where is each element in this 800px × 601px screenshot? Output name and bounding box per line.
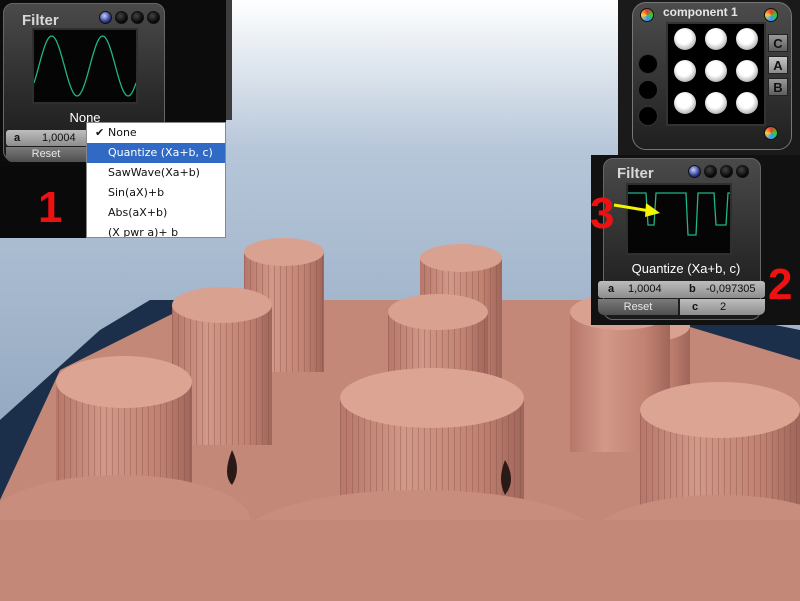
param-a-value: 1,0004 — [42, 132, 76, 144]
connector-socket[interactable] — [638, 80, 658, 100]
grid-pad[interactable] — [674, 92, 696, 114]
grid-pad[interactable] — [736, 60, 758, 82]
indicator-dot-icon[interactable] — [720, 165, 733, 178]
grid-pad[interactable] — [705, 28, 727, 50]
color-wheel-icon[interactable] — [764, 8, 778, 22]
indicator-dot-icon[interactable] — [688, 165, 701, 178]
indicator-dot-icon[interactable] — [131, 11, 144, 24]
menu-item-label: (X pwr a)+ b — [108, 226, 179, 238]
filter-mode-selector[interactable]: Quantize (Xa+b, c) — [596, 261, 776, 276]
menu-item-none[interactable]: ✔ None — [87, 123, 225, 143]
menu-item-label: Sin(aX)+b — [108, 186, 165, 199]
indicator-dot-icon[interactable] — [704, 165, 717, 178]
connector-socket[interactable] — [638, 54, 658, 74]
button-b[interactable]: B — [768, 78, 788, 96]
menu-item-label: None — [108, 126, 137, 139]
filter-title: Filter — [22, 12, 59, 29]
param-a-value[interactable]: 1,0004 — [628, 283, 662, 295]
indicator-dot-icon[interactable] — [736, 165, 749, 178]
param-a-label: a — [608, 283, 615, 295]
param-c-value: 2 — [720, 301, 727, 313]
menu-item-sin[interactable]: Sin(aX)+b — [87, 183, 225, 203]
pad-grid — [666, 22, 766, 126]
menu-item-label: Abs(aX+b) — [108, 206, 168, 219]
color-wheel-icon[interactable] — [640, 8, 654, 22]
status-dots — [99, 11, 160, 24]
grid-pad[interactable] — [736, 28, 758, 50]
menu-item-sawwave[interactable]: SawWave(Xa+b) — [87, 163, 225, 183]
annotation-number: 3 — [590, 189, 615, 238]
arrow-right-icon — [613, 203, 660, 217]
reset-button[interactable]: Reset — [6, 147, 86, 162]
annotation-number: 2 — [768, 260, 793, 309]
param-b-value[interactable]: -0,097305 — [706, 283, 756, 295]
waveform-display — [32, 28, 138, 104]
color-wheel-icon[interactable] — [764, 126, 778, 140]
indicator-dot-icon[interactable] — [147, 11, 160, 24]
menu-item-label: Quantize (Xa+b, c) — [108, 146, 213, 159]
menu-item-quantize[interactable]: Quantize (Xa+b, c) — [87, 143, 225, 163]
annotation-number: 1 — [38, 183, 63, 232]
param-c-field[interactable]: c 2 — [680, 299, 765, 315]
grid-pad[interactable] — [674, 60, 696, 82]
grid-pad[interactable] — [736, 92, 758, 114]
menu-item-pwr[interactable]: (X pwr a)+ b — [87, 223, 225, 238]
filter-panel-2: Filter Quantize (Xa+b, c) a 1,0004 b -0,… — [591, 155, 800, 325]
grid-pad[interactable] — [705, 92, 727, 114]
param-c-label: c — [692, 301, 699, 313]
filter-mode-dropdown[interactable]: ✔ None Quantize (Xa+b, c) SawWave(Xa+b) … — [86, 122, 226, 238]
param-a-label: a — [14, 132, 21, 144]
component-title: component 1 — [663, 5, 738, 19]
filter-title: Filter — [617, 165, 654, 182]
check-icon: ✔ — [95, 126, 105, 139]
param-row: a 1,0004 b -0,097305 — [598, 281, 765, 298]
grid-pad[interactable] — [674, 28, 696, 50]
connector-socket[interactable] — [638, 106, 658, 126]
indicator-dot-icon[interactable] — [99, 11, 112, 24]
grid-pad[interactable] — [705, 60, 727, 82]
status-dots — [688, 165, 749, 178]
button-a[interactable]: A — [768, 56, 788, 74]
menu-item-label: SawWave(Xa+b) — [108, 166, 200, 179]
component-panel: component 1 C A B — [618, 0, 800, 155]
menu-item-abs[interactable]: Abs(aX+b) — [87, 203, 225, 223]
indicator-dot-icon[interactable] — [115, 11, 128, 24]
param-b-label: b — [689, 283, 696, 295]
button-c[interactable]: C — [768, 34, 788, 52]
sine-waveform — [33, 35, 137, 97]
reset-button[interactable]: Reset — [598, 299, 678, 315]
